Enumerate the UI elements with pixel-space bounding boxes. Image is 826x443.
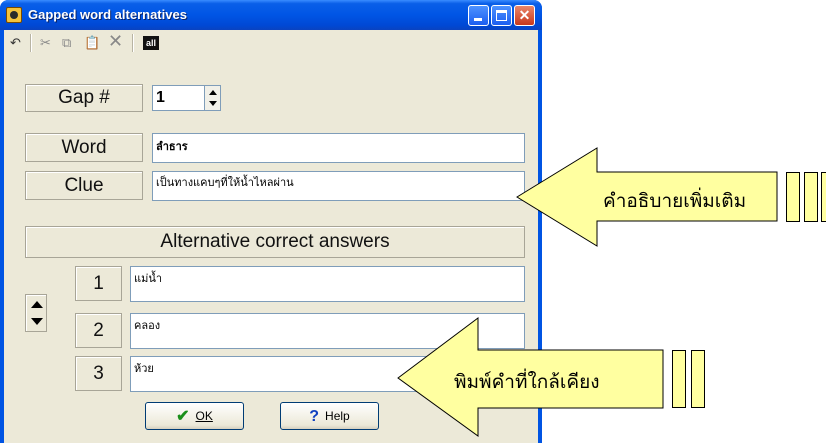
callout-bar (804, 172, 818, 222)
callout-bar (786, 172, 800, 222)
callout-bar (821, 172, 826, 222)
callout-bar (691, 350, 705, 408)
clue-callout-text: คำอธิบายเพิ่มเติม (603, 190, 747, 212)
alternatives-callout-text: พิมพ์คำที่ใกล้เคียง (454, 371, 600, 393)
callout-bar (672, 350, 686, 408)
